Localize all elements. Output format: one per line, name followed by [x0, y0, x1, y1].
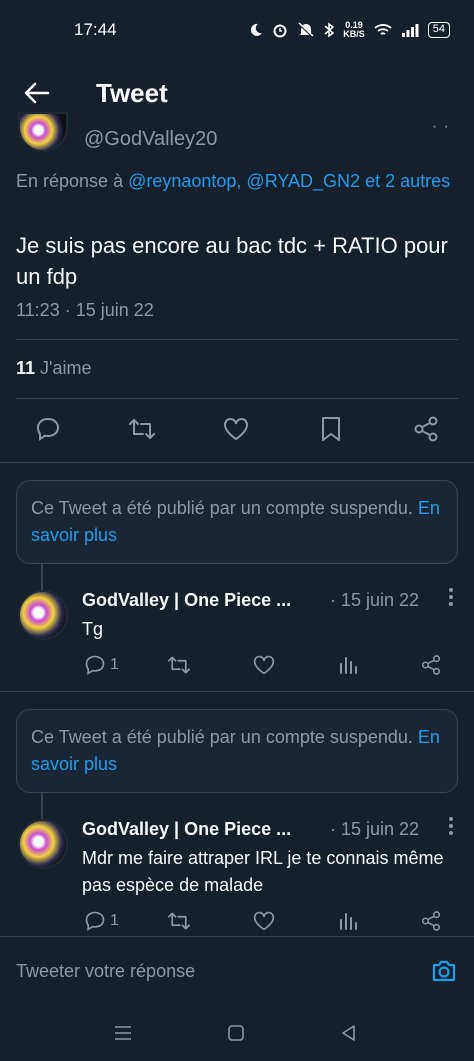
suspended-notice: Ce Tweet a été publié par un compte susp…: [16, 480, 458, 564]
reply-date: · 15 juin 22: [330, 590, 420, 610]
thread-connector: [41, 563, 43, 593]
reply-icon: [85, 911, 105, 932]
retweet-icon[interactable]: [167, 653, 191, 677]
reply-author-name[interactable]: GodValley | One Piece ...: [82, 590, 318, 611]
suspended-text: Ce Tweet a été publié par un compte susp…: [31, 498, 418, 518]
reply-date: · 15 juin 22: [330, 819, 420, 839]
mute-icon: [298, 22, 314, 38]
divider: [0, 691, 474, 692]
wifi-icon: [374, 24, 392, 35]
more-options-icon[interactable]: · ·: [432, 118, 450, 136]
reply-input[interactable]: Tweeter votre réponse: [16, 961, 195, 982]
likes-stat[interactable]: 11 J'aime: [16, 358, 91, 379]
status-icons: 0.19 KB/S 54: [249, 21, 450, 39]
reply-context: En réponse à @reynaontop, @RYAD_GN2 et 2…: [16, 168, 456, 194]
divider: [16, 339, 458, 340]
reply-action-bar: 1: [0, 653, 474, 677]
like-icon[interactable]: [252, 653, 276, 677]
reply-button[interactable]: 1: [84, 909, 119, 933]
avatar[interactable]: [18, 112, 68, 152]
retweet-icon[interactable]: [167, 909, 191, 933]
retweet-icon[interactable]: [127, 414, 157, 444]
tweet-text: Je suis pas encore au bac tdc + RATIO po…: [16, 233, 448, 289]
bluetooth-icon: [324, 22, 335, 38]
avatar[interactable]: [18, 819, 68, 869]
author-handle[interactable]: @GodValley20: [84, 128, 217, 151]
camera-icon[interactable]: [430, 957, 458, 985]
reply-prefix: En réponse à: [16, 171, 129, 191]
back-arrow-icon[interactable]: [22, 78, 52, 108]
status-bar: 17:44 0.19 KB/S 54: [0, 0, 474, 60]
share-icon[interactable]: [411, 414, 441, 444]
avatar[interactable]: [18, 590, 68, 640]
home-icon[interactable]: [225, 1022, 247, 1044]
thread-connector: [41, 792, 43, 822]
battery-indicator: 54: [427, 22, 450, 38]
suspended-notice: Ce Tweet a été publié par un compte susp…: [16, 709, 458, 793]
like-icon[interactable]: [252, 909, 276, 933]
alarm-icon: [273, 24, 287, 38]
like-icon[interactable]: [221, 414, 251, 444]
reply-action-bar: 1: [0, 909, 474, 933]
views-icon[interactable]: [338, 653, 358, 677]
reply-author-name[interactable]: GodValley | One Piece ...: [82, 819, 318, 840]
suspended-text: Ce Tweet a été publié par un compte susp…: [31, 727, 418, 747]
top-app-bar: Tweet: [0, 60, 474, 126]
page-title: Tweet: [96, 77, 168, 108]
share-icon[interactable]: [420, 653, 442, 677]
reply-mentions-link[interactable]: @reynaontop, @RYAD_GN2 et 2 autres: [128, 171, 450, 191]
divider: [0, 462, 474, 463]
more-options-icon[interactable]: [448, 588, 454, 606]
more-options-icon[interactable]: [448, 817, 454, 835]
moon-icon: [251, 23, 263, 36]
reply-text: Tg: [82, 619, 104, 639]
tweet-action-bar: [0, 414, 474, 444]
reply-button[interactable]: 1: [84, 653, 119, 677]
tweet-timestamp: 11:23 · 15 juin 22: [16, 300, 154, 320]
status-time: 17:44: [74, 20, 117, 39]
reply-count: 1: [110, 912, 119, 929]
system-nav-bar: [0, 1004, 474, 1061]
menu-icon[interactable]: [112, 1022, 134, 1044]
views-icon[interactable]: [338, 909, 358, 933]
compose-bar: Tweeter votre réponse: [0, 936, 474, 1004]
likes-count: 11: [16, 358, 36, 378]
likes-label: J'aime: [35, 358, 92, 378]
bookmark-icon[interactable]: [316, 414, 346, 444]
reply-icon[interactable]: [33, 414, 63, 444]
reply-icon: [85, 655, 105, 676]
signal-icon: [401, 24, 419, 37]
reply-count: 1: [110, 656, 119, 673]
reply-text: Mdr me faire attraper IRL je te connais …: [82, 848, 444, 895]
net-speed-unit: KB/S: [343, 29, 365, 39]
divider: [16, 398, 458, 399]
net-speed: 0.19 KB/S: [343, 21, 365, 39]
back-triangle-icon[interactable]: [338, 1022, 360, 1044]
share-icon[interactable]: [420, 909, 442, 933]
